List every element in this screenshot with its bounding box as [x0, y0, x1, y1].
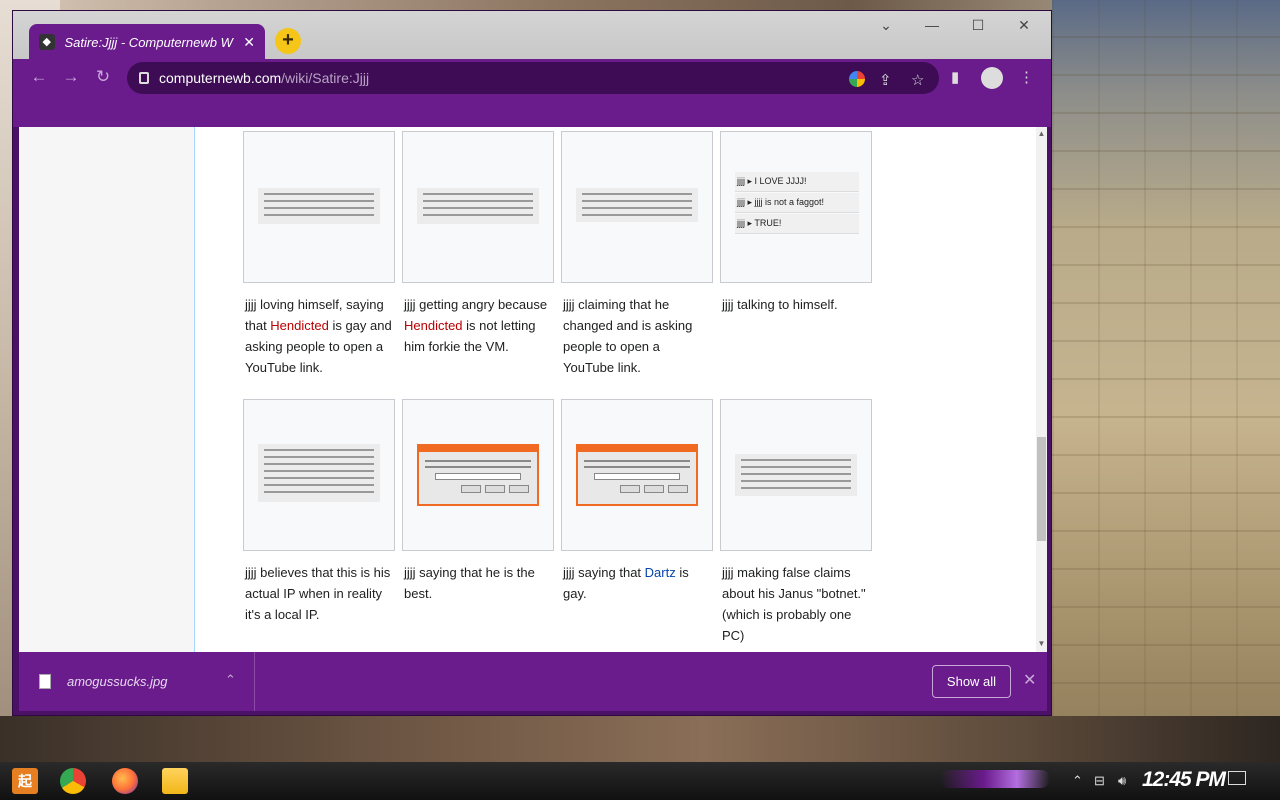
bookmarks-bar: [13, 97, 1051, 127]
taskbar-decoration: [940, 770, 1050, 788]
chat-screenshot: [417, 188, 539, 224]
gallery-item: jjjj saying that he is the best.: [402, 399, 554, 652]
gallery-caption: jjjj claiming that he changed and is ask…: [563, 297, 693, 375]
show-all-button[interactable]: Show all: [932, 665, 1011, 698]
gallery-caption: jjjj saying that he is the best.: [404, 565, 535, 601]
hendicted-link[interactable]: Hendicted: [404, 318, 463, 333]
firefox-taskbar-icon[interactable]: [112, 768, 138, 794]
chevron-up-icon[interactable]: ⌃: [225, 672, 236, 688]
volume-icon[interactable]: 🔊︎: [1118, 773, 1126, 789]
wiki-sidebar: [19, 127, 195, 652]
download-filename: amogussucks.jpg: [67, 674, 168, 689]
gallery-row-1: jjjj loving himself, saying that Hendict…: [243, 131, 883, 389]
gallery-row-2: jjjj believes that this is his actual IP…: [243, 399, 883, 652]
gallery-caption: jjjj getting angry because Hendicted is …: [404, 297, 548, 354]
lock-icon: [139, 72, 149, 84]
run-dialog-screenshot: [417, 444, 539, 506]
tab-title: Satire:Jjjj - Computernewb W: [64, 34, 233, 50]
taskbar: 起 ⌃ ⊟ 🔊︎ 12:45 PM: [0, 762, 1280, 800]
url-path: /wiki/Satire:Jjjj: [281, 70, 370, 86]
file-icon: [39, 674, 51, 689]
browser-toolbar: ← → ↻ computernewb.com/wiki/Satire:Jjjj …: [13, 59, 1051, 97]
start-button[interactable]: 起: [12, 768, 38, 794]
gallery-item: jjjj ▸ I LOVE JJJJ! jjjj ▸ jjjj is not a…: [720, 131, 872, 389]
browser-window: ◆ Satire:Jjjj - Computernewb W ✕ + ⌄ — ☐…: [12, 10, 1052, 716]
notification-icon[interactable]: [1228, 771, 1246, 785]
gallery-caption: jjjj talking to himself.: [722, 297, 838, 312]
google-lens-icon[interactable]: [849, 71, 865, 87]
desktop-wallpaper-bottom: [0, 716, 1280, 762]
chat-line: jjjj ▸ TRUE!: [735, 214, 859, 234]
gallery-item: jjjj loving himself, saying that Hendict…: [243, 131, 395, 389]
scrollbar-thumb[interactable]: [1037, 437, 1046, 541]
download-item[interactable]: amogussucks.jpg ⌃: [19, 652, 255, 711]
scroll-up-arrow-icon[interactable]: ▲: [1036, 129, 1047, 138]
network-icon[interactable]: ⊟: [1094, 773, 1105, 789]
gallery-thumbnail[interactable]: [243, 399, 395, 551]
tab-close-icon[interactable]: ✕: [243, 34, 255, 51]
gallery-thumbnail[interactable]: [561, 131, 713, 283]
run-dialog-screenshot: [576, 444, 698, 506]
new-tab-button[interactable]: +: [275, 28, 301, 54]
gallery-caption: jjjj believes that this is his actual IP…: [245, 565, 391, 622]
gallery-thumbnail[interactable]: [720, 399, 872, 551]
profile-avatar[interactable]: [981, 67, 1003, 89]
gallery-item: jjjj claiming that he changed and is ask…: [561, 131, 713, 389]
vertical-scrollbar[interactable]: ▲ ▼: [1036, 127, 1047, 652]
maximize-button[interactable]: ☐: [963, 17, 993, 34]
gallery-caption: jjjj saying that Dartz is gay.: [563, 565, 689, 601]
reload-icon[interactable]: ↻: [91, 67, 115, 87]
gallery-caption: jjjj loving himself, saying that Hendict…: [245, 297, 392, 375]
tab-search-chevron-icon[interactable]: ⌄: [871, 17, 901, 34]
chat-screenshot: [576, 188, 698, 222]
dartz-link[interactable]: Dartz: [645, 565, 676, 580]
file-explorer-taskbar-icon[interactable]: [162, 768, 188, 794]
forward-arrow-icon[interactable]: →: [59, 67, 83, 87]
desktop-wallpaper-right: [1052, 0, 1280, 760]
scroll-down-arrow-icon[interactable]: ▼: [1036, 639, 1047, 648]
gallery-caption: jjjj making false claims about his Janus…: [722, 565, 866, 643]
side-panel-icon[interactable]: ▮: [951, 68, 959, 86]
gallery-thumbnail[interactable]: jjjj ▸ I LOVE JJJJ! jjjj ▸ jjjj is not a…: [720, 131, 872, 283]
menu-kebab-icon[interactable]: ⋮: [1019, 68, 1034, 86]
chat-line: jjjj ▸ jjjj is not a faggot!: [735, 193, 859, 213]
chat-screenshot: [258, 188, 380, 224]
chat-line: jjjj ▸ I LOVE JJJJ!: [735, 172, 859, 192]
url-domain: computernewb.com: [159, 70, 282, 86]
gallery-item: jjjj believes that this is his actual IP…: [243, 399, 395, 652]
tray-chevron-up-icon[interactable]: ⌃: [1072, 773, 1083, 789]
url-text[interactable]: computernewb.com/wiki/Satire:Jjjj: [159, 70, 369, 86]
chat-screenshot: jjjj ▸ I LOVE JJJJ! jjjj ▸ jjjj is not a…: [735, 172, 859, 235]
gallery-thumbnail[interactable]: [402, 131, 554, 283]
hendicted-link[interactable]: Hendicted: [270, 318, 329, 333]
chrome-taskbar-icon[interactable]: [60, 768, 86, 794]
gallery-item: jjjj getting angry because Hendicted is …: [402, 131, 554, 389]
address-bar[interactable]: computernewb.com/wiki/Satire:Jjjj ⇪ ☆: [127, 62, 939, 94]
taskbar-clock[interactable]: 12:45 PM: [1142, 768, 1226, 792]
minimize-button[interactable]: —: [917, 17, 947, 33]
bookmark-star-icon[interactable]: ☆: [911, 71, 924, 89]
page-viewport: jjjj loving himself, saying that Hendict…: [19, 127, 1047, 652]
chat-screenshot: [258, 444, 380, 502]
gallery-item: jjjj saying that Dartz is gay.: [561, 399, 713, 652]
gallery-thumbnail[interactable]: [402, 399, 554, 551]
share-icon[interactable]: ⇪: [879, 71, 892, 89]
close-window-button[interactable]: ✕: [1009, 17, 1039, 34]
wiki-favicon-icon: ◆: [39, 34, 55, 50]
title-bar: ◆ Satire:Jjjj - Computernewb W ✕ + ⌄ — ☐…: [13, 11, 1051, 60]
chat-screenshot: [735, 454, 857, 496]
back-arrow-icon[interactable]: ←: [27, 67, 51, 87]
close-download-shelf-icon[interactable]: ✕: [1023, 670, 1036, 690]
browser-tab[interactable]: ◆ Satire:Jjjj - Computernewb W ✕: [29, 24, 265, 60]
gallery-thumbnail[interactable]: [561, 399, 713, 551]
download-shelf: amogussucks.jpg ⌃ Show all ✕: [19, 652, 1047, 711]
image-gallery: jjjj loving himself, saying that Hendict…: [243, 131, 883, 652]
gallery-item: jjjj making false claims about his Janus…: [720, 399, 872, 652]
gallery-thumbnail[interactable]: [243, 131, 395, 283]
